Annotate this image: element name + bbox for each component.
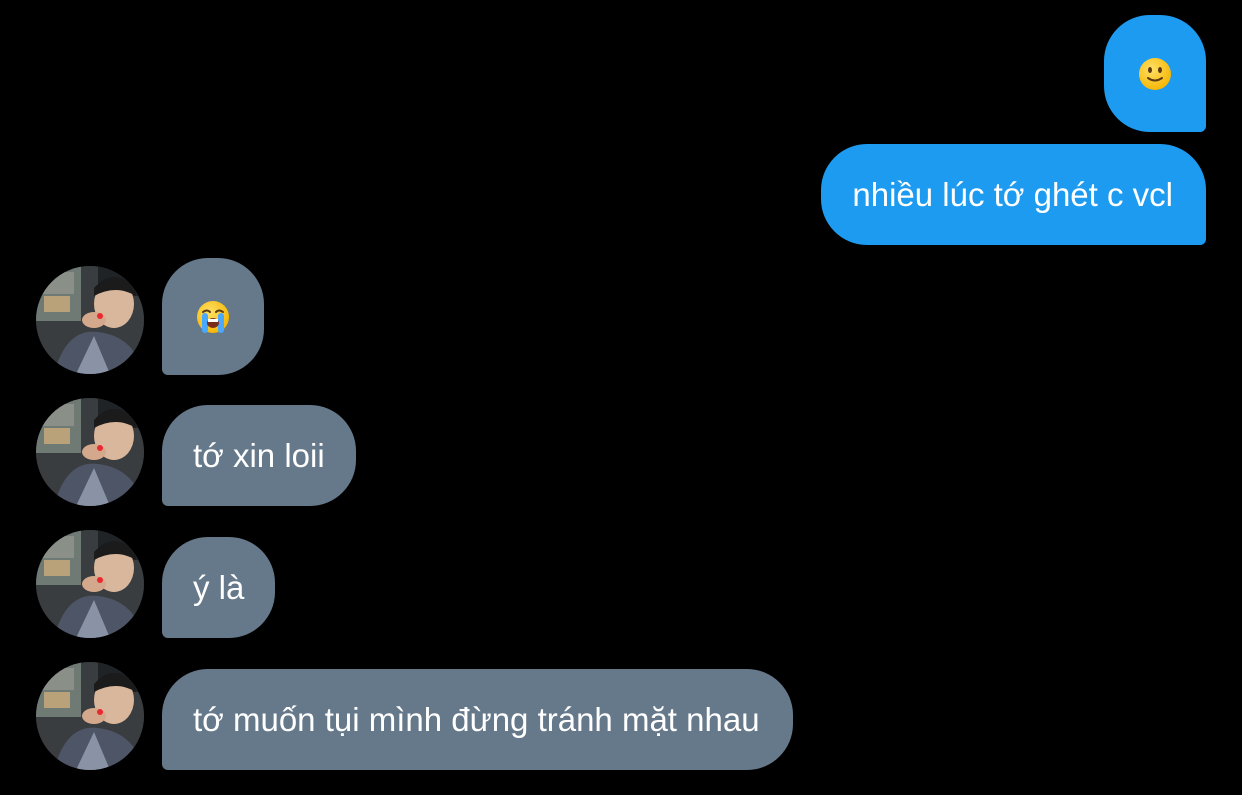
message-bubble-received[interactable]: ý là: [162, 537, 276, 638]
slightly-smiling-face-icon: [1139, 57, 1171, 90]
avatar[interactable]: [36, 266, 144, 374]
message-text: nhiều lúc tớ ghét c vcl: [852, 176, 1173, 213]
message-text: tớ xin loii: [193, 437, 325, 474]
message-bubble-received[interactable]: [162, 258, 264, 375]
message-bubble-sent[interactable]: [1104, 15, 1206, 132]
message-text: ý là: [193, 569, 245, 606]
message-bubble-received[interactable]: tớ xin loii: [162, 405, 356, 506]
avatar-photo: [36, 266, 144, 374]
loudly-crying-face-icon: [197, 300, 229, 333]
avatar[interactable]: [36, 530, 144, 638]
message-text: tớ muốn tụi mình đừng tránh mặt nhau: [193, 701, 760, 738]
avatar-photo: [36, 398, 144, 506]
message-bubble-received[interactable]: tớ muốn tụi mình đừng tránh mặt nhau: [162, 669, 793, 770]
message-bubble-sent[interactable]: nhiều lúc tớ ghét c vcl: [821, 144, 1206, 245]
avatar-photo: [36, 662, 144, 770]
avatar[interactable]: [36, 662, 144, 770]
avatar-photo: [36, 530, 144, 638]
avatar[interactable]: [36, 398, 144, 506]
